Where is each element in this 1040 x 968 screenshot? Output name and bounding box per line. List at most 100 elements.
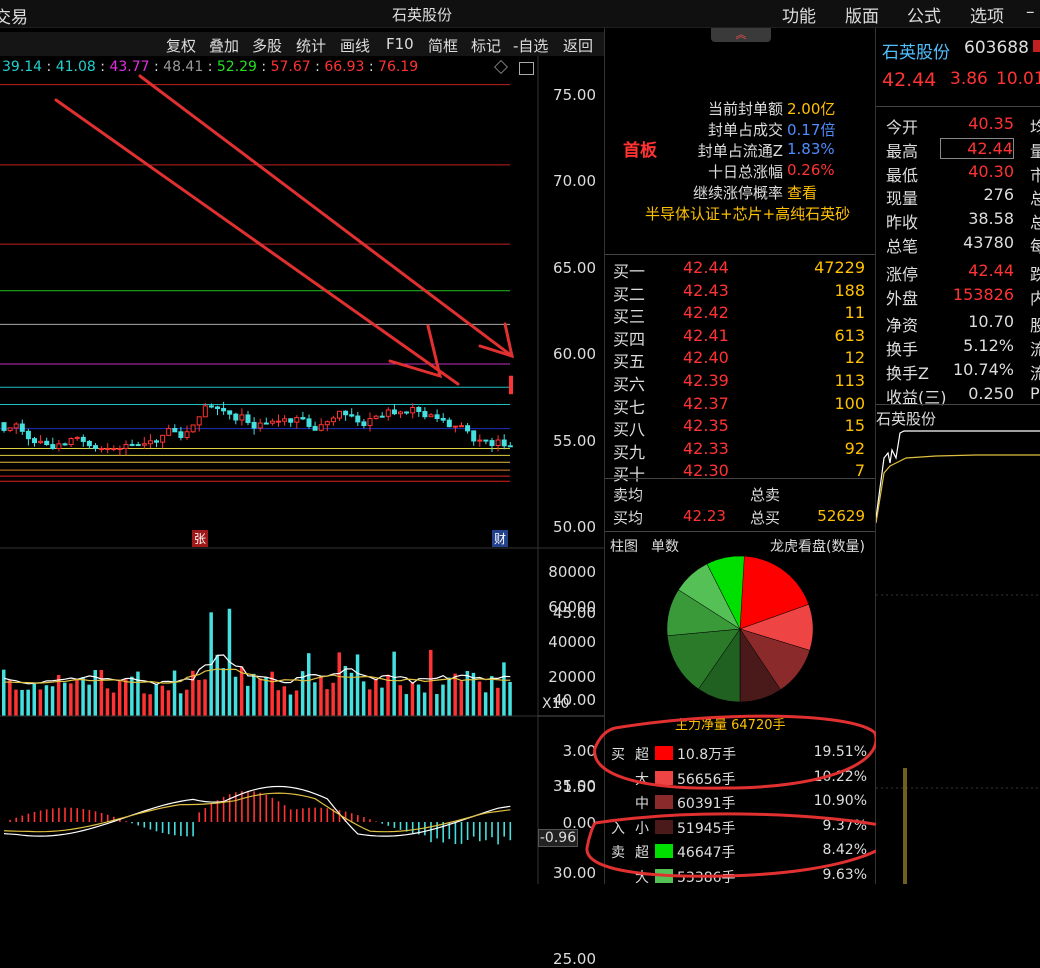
limit-up-mark[interactable]: 张: [192, 530, 209, 547]
first-board-label: 首板: [623, 141, 657, 161]
volume-bar: [264, 677, 268, 716]
overlay-button[interactable]: 叠加: [209, 35, 239, 56]
seal-value-2: 1.83%: [787, 140, 835, 158]
buy-level-price[interactable]: 42.37: [683, 394, 729, 413]
volume-bar: [416, 684, 421, 716]
candle-body: [337, 410, 342, 419]
quote-extra-label: 跌: [1030, 264, 1040, 284]
finance-mark[interactable]: 财: [492, 530, 509, 547]
macd-current-value: -0.96: [538, 829, 578, 847]
quote-value: 40.35: [968, 114, 1014, 133]
volume-bar: [154, 683, 158, 716]
buy-level-volume: 188: [834, 280, 865, 300]
quote-value: 43780: [963, 233, 1014, 252]
kline-chart[interactable]: [0, 56, 604, 884]
volume-bar: [38, 689, 43, 716]
middle-panel: ︽ 首板 当前封单额 2.00亿 封单占成交 0.17倍 封单占流通Z 1.83% 十日总涨…: [585, 28, 898, 886]
volume-bar: [185, 689, 189, 716]
volume-bar: [483, 692, 488, 716]
candle-body: [452, 425, 458, 428]
quote-value: 40.30: [968, 161, 1014, 181]
buy-avg-label: 买均: [613, 509, 644, 527]
multi-stock-button[interactable]: 多股: [252, 35, 282, 56]
volume-bar: [8, 680, 12, 716]
collapse-chevron-icon[interactable]: ︽: [711, 28, 771, 42]
quote-label: 外盘: [886, 288, 919, 308]
volume-bar: [453, 673, 457, 716]
mark-button[interactable]: 标记: [471, 35, 501, 56]
volume-bar: [422, 692, 427, 716]
volume-bar: [111, 692, 116, 716]
candle-body: [288, 418, 294, 423]
quote-label: 涨停: [886, 264, 919, 284]
menu-function[interactable]: 功能: [782, 2, 816, 27]
candle-body: [233, 413, 239, 421]
buy-level-label: 买七: [613, 397, 646, 417]
volume-bar: [343, 666, 348, 716]
volume-bar: [124, 679, 128, 716]
remove-watchlist-button[interactable]: -自选: [513, 35, 548, 56]
buy-level-label: 买八: [613, 420, 646, 440]
menu-layout[interactable]: 版面: [845, 2, 879, 27]
quote-label: 净资: [886, 316, 919, 336]
dragon-tiger-label[interactable]: 龙虎看盘(数量): [770, 536, 865, 556]
simple-frame-button[interactable]: 简框: [428, 35, 458, 56]
buy-level-price[interactable]: 42.41: [683, 326, 729, 345]
candle-body: [50, 444, 56, 450]
f10-button[interactable]: F10: [386, 35, 414, 53]
volume-bar: [288, 694, 293, 716]
quote-value: 42.44: [940, 137, 1014, 159]
buy-level-price[interactable]: 42.39: [683, 371, 729, 390]
tab-order-count[interactable]: 单数: [651, 536, 679, 556]
buy-level-price[interactable]: 42.42: [683, 303, 729, 322]
candle-body: [507, 445, 513, 448]
tab-bar-chart[interactable]: 柱图: [610, 536, 638, 556]
volume-bar: [69, 683, 73, 716]
minimize-icon[interactable]: –: [1026, 2, 1035, 22]
seal-value-4[interactable]: 查看: [787, 182, 817, 203]
seal-value-1: 0.17倍: [787, 121, 836, 139]
margin-badge: [1033, 40, 1040, 52]
volume-bar: [276, 690, 280, 716]
candle-body: [208, 405, 214, 408]
candle-body: [7, 427, 13, 431]
volume-bar: [233, 676, 238, 716]
back-button[interactable]: 返回: [563, 35, 593, 56]
buy-level-price[interactable]: 42.40: [683, 348, 729, 367]
restore-rights-button[interactable]: 复权: [166, 35, 196, 56]
price-tick: 70.00: [553, 172, 596, 191]
volume-bar: [87, 684, 91, 716]
buy-level-price[interactable]: 42.44: [683, 258, 729, 277]
candle-body: [471, 430, 477, 442]
candle-body: [129, 443, 135, 446]
volume-bar: [20, 689, 24, 716]
candle-body: [318, 424, 324, 431]
volume-bar: [239, 666, 244, 716]
draw-line-button[interactable]: 画线: [340, 35, 370, 56]
volume-bar: [496, 687, 500, 716]
candle-body: [416, 406, 422, 413]
candle-body: [172, 428, 178, 433]
quote-extra-label: 总: [1030, 213, 1040, 233]
quote-label: 总笔: [886, 237, 919, 256]
menu-formula[interactable]: 公式: [907, 2, 941, 27]
intraday-mini-chart[interactable]: [876, 428, 1040, 884]
candle-body: [93, 445, 98, 450]
buy-level-price[interactable]: 42.35: [683, 416, 729, 435]
quote-extra-label: 每: [1030, 237, 1040, 256]
volume-bar: [136, 671, 140, 716]
buy-level-label: 买六: [613, 375, 646, 394]
seal-label-4: 继续涨停概率: [692, 184, 783, 202]
menu-options[interactable]: 选项: [970, 2, 1004, 27]
candle-body: [239, 414, 245, 421]
candle-body: [489, 440, 495, 446]
macd-dif-line: [3, 785, 511, 837]
volume-bar: [313, 682, 317, 716]
seal-value-0: 2.00亿: [787, 100, 836, 118]
statistics-button[interactable]: 统计: [296, 35, 326, 56]
quote-extra-label: 均: [1030, 118, 1040, 137]
buy-level-price[interactable]: 42.43: [683, 281, 729, 300]
quote-extra-label: 股: [1030, 316, 1040, 336]
quote-extra-label: P: [1030, 383, 1040, 403]
buy-level-price[interactable]: 42.33: [683, 439, 729, 458]
